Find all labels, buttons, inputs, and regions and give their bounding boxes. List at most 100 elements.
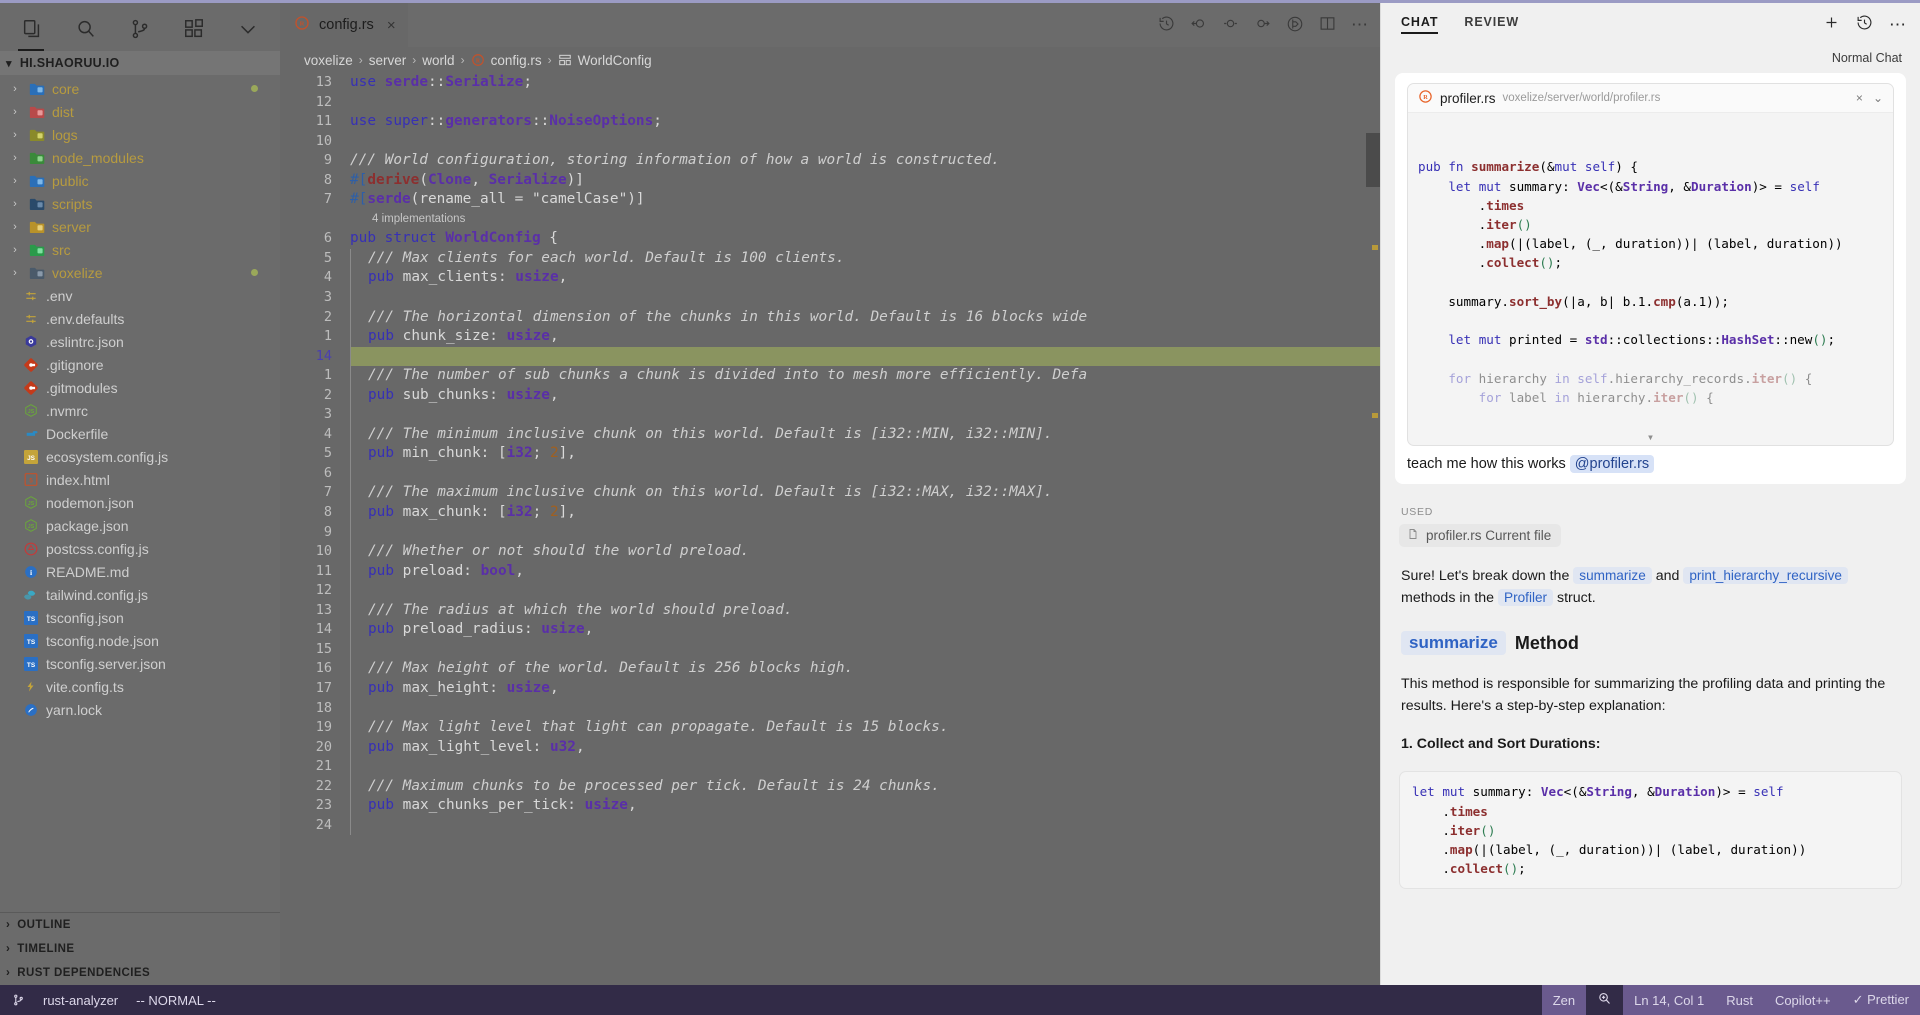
status-rust-analyzer[interactable]: rust-analyzer: [43, 993, 118, 1008]
tree-file-README-md[interactable]: i README.md: [0, 560, 280, 583]
tree-file-tsconfig-server-json[interactable]: TS tsconfig.server.json: [0, 652, 280, 675]
code-editor[interactable]: 13 12 11 10 9 8 7 6 5 4 3 2 1 14 1 2 3 4 5 6 7 8 9 10 11 12 13 14 15…: [280, 73, 1380, 985]
line-number: 11: [315, 113, 332, 130]
folder-icon: [28, 127, 46, 142]
branch-icon[interactable]: [12, 993, 25, 1007]
undo-icon[interactable]: [1190, 15, 1207, 35]
status-copilot[interactable]: Copilot++: [1764, 985, 1842, 1015]
breadcrumb-item[interactable]: config.rs: [491, 53, 542, 68]
tree-file-nodemon-json[interactable]: JS nodemon.json: [0, 491, 280, 514]
git-file-icon: [22, 357, 40, 372]
chevron-down-icon[interactable]: [235, 16, 261, 42]
close-icon[interactable]: ×: [1856, 91, 1863, 105]
tree-folder-node-modules[interactable]: › node_modules: [0, 146, 280, 169]
editor-tab-config-rs[interactable]: R config.rs ×: [280, 3, 408, 47]
tree-file-postcss-config-js[interactable]: postcss.config.js: [0, 537, 280, 560]
tree-folder-src[interactable]: › src: [0, 238, 280, 261]
panel-rust-dependencies[interactable]: › RUST DEPENDENCIES: [0, 961, 280, 985]
new-chat-icon[interactable]: [1823, 14, 1840, 34]
tree-item-label: package.json: [46, 517, 129, 534]
line-number-gutter: 13 12 11 10 9 8 7 6 5 4 3 2 1 14 1 2 3 4 5 6 7 8 9 10 11 12 13 14 15…: [280, 73, 346, 985]
history-icon[interactable]: [1856, 14, 1873, 34]
code-line: /// Maximum chunks to be processed per t…: [350, 776, 1380, 797]
intro-post: methods in the: [1401, 590, 1499, 607]
close-icon[interactable]: ×: [387, 17, 396, 34]
tree-folder-dist[interactable]: › dist: [0, 100, 280, 123]
editor-scrollbar[interactable]: [1366, 73, 1380, 985]
status-zen[interactable]: Zen: [1542, 985, 1586, 1015]
tree-folder-public[interactable]: › public: [0, 169, 280, 192]
tree-item-label: vite.config.ts: [46, 678, 124, 695]
project-root-header[interactable]: ▾ HI.SHAORUU.IO: [0, 51, 280, 75]
breadcrumb-item[interactable]: server: [369, 53, 407, 68]
postcss-file-icon: [22, 541, 40, 556]
status-prettier[interactable]: ✓ Prettier: [1842, 985, 1920, 1015]
tree-file-yarn-lock[interactable]: yarn.lock: [0, 698, 280, 721]
ts-file-icon: TS: [22, 610, 40, 625]
tree-file-ecosystem-config-js[interactable]: JS ecosystem.config.js: [0, 445, 280, 468]
tree-folder-server[interactable]: › server: [0, 215, 280, 238]
code-lens[interactable]: 4 implementations: [350, 210, 1380, 230]
tab-review[interactable]: REVIEW: [1464, 15, 1519, 34]
split-editor-icon[interactable]: [1319, 15, 1336, 35]
tree-file--env[interactable]: .env: [0, 284, 280, 307]
tree-folder-scripts[interactable]: › scripts: [0, 192, 280, 215]
folder-icon: [28, 242, 46, 257]
panel-outline[interactable]: › OUTLINE: [0, 913, 280, 937]
file-mention-chip[interactable]: @profiler.rs: [1569, 455, 1655, 474]
status-cursor-position[interactable]: Ln 14, Col 1: [1623, 985, 1715, 1015]
tree-file-tsconfig-json[interactable]: TS tsconfig.json: [0, 606, 280, 629]
used-file-chip[interactable]: profiler.rs Current file: [1399, 524, 1562, 548]
tree-file--gitignore[interactable]: .gitignore: [0, 353, 280, 376]
breadcrumb-item[interactable]: voxelize: [304, 53, 353, 68]
chevron-down-icon[interactable]: ⌄: [1873, 91, 1883, 105]
more-icon[interactable]: ⋯: [1889, 16, 1906, 33]
tree-file--env-defaults[interactable]: .env.defaults: [0, 307, 280, 330]
line-number: 5: [323, 445, 332, 462]
explorer-icon[interactable]: [18, 16, 45, 51]
user-prompt: teach me how this works @profiler.rs: [1407, 446, 1894, 474]
source-control-icon[interactable]: [127, 16, 153, 42]
run-icon[interactable]: [1286, 15, 1304, 36]
breadcrumb-item[interactable]: world: [422, 53, 454, 68]
status-zoom[interactable]: [1586, 985, 1624, 1015]
line-number: 22: [315, 777, 332, 794]
tree-item-label: server: [52, 218, 91, 235]
tree-file-vite-config-ts[interactable]: vite.config.ts: [0, 675, 280, 698]
history-icon[interactable]: [1158, 15, 1175, 35]
expand-chevron-icon[interactable]: ▾: [1647, 428, 1654, 445]
breadcrumb-separator: ›: [358, 53, 363, 67]
tree-item-label: yarn.lock: [46, 701, 103, 718]
redo-icon[interactable]: [1254, 15, 1271, 35]
tree-folder-logs[interactable]: › logs: [0, 123, 280, 146]
circle-icon[interactable]: [1222, 15, 1239, 35]
tree-file-tailwind-config-js[interactable]: tailwind.config.js: [0, 583, 280, 606]
tree-folder-voxelize[interactable]: › voxelize: [0, 261, 280, 284]
breadcrumb-separator: ›: [412, 53, 417, 67]
tree-file-tsconfig-node-json[interactable]: TS tsconfig.node.json: [0, 629, 280, 652]
tree-file-Dockerfile[interactable]: Dockerfile: [0, 422, 280, 445]
code-line: [350, 815, 1380, 836]
tree-file--nvmrc[interactable]: JS .nvmrc: [0, 399, 280, 422]
tree-file-index-html[interactable]: 5 index.html: [0, 468, 280, 491]
code-content[interactable]: use serde::Serialize; use super::generato…: [346, 73, 1380, 985]
code-line: pub max_chunk: [i32; 2],: [350, 503, 1380, 523]
tab-chat[interactable]: CHAT: [1401, 15, 1439, 34]
overview-marker: [1372, 413, 1378, 418]
line-number: 17: [315, 679, 332, 696]
tree-file--eslintrc-json[interactable]: .eslintrc.json: [0, 330, 280, 353]
search-icon[interactable]: [73, 16, 99, 42]
attachment-code-block: R profiler.rs voxelize/server/world/prof…: [1407, 83, 1894, 447]
status-language-mode[interactable]: Rust: [1715, 985, 1764, 1015]
line-number: 10: [315, 543, 332, 560]
chat-mode-label[interactable]: Normal Chat: [1381, 45, 1920, 73]
scrollbar-thumb[interactable]: [1366, 133, 1380, 187]
line-number: 11: [315, 562, 332, 579]
breadcrumb-item[interactable]: WorldConfig: [578, 53, 652, 68]
panel-timeline[interactable]: › TIMELINE: [0, 937, 280, 961]
tree-file--gitmodules[interactable]: .gitmodules: [0, 376, 280, 399]
tree-folder-core[interactable]: › core: [0, 77, 280, 100]
more-icon[interactable]: ⋯: [1351, 16, 1368, 33]
tree-file-package-json[interactable]: JS package.json: [0, 514, 280, 537]
extensions-icon[interactable]: [181, 16, 207, 42]
